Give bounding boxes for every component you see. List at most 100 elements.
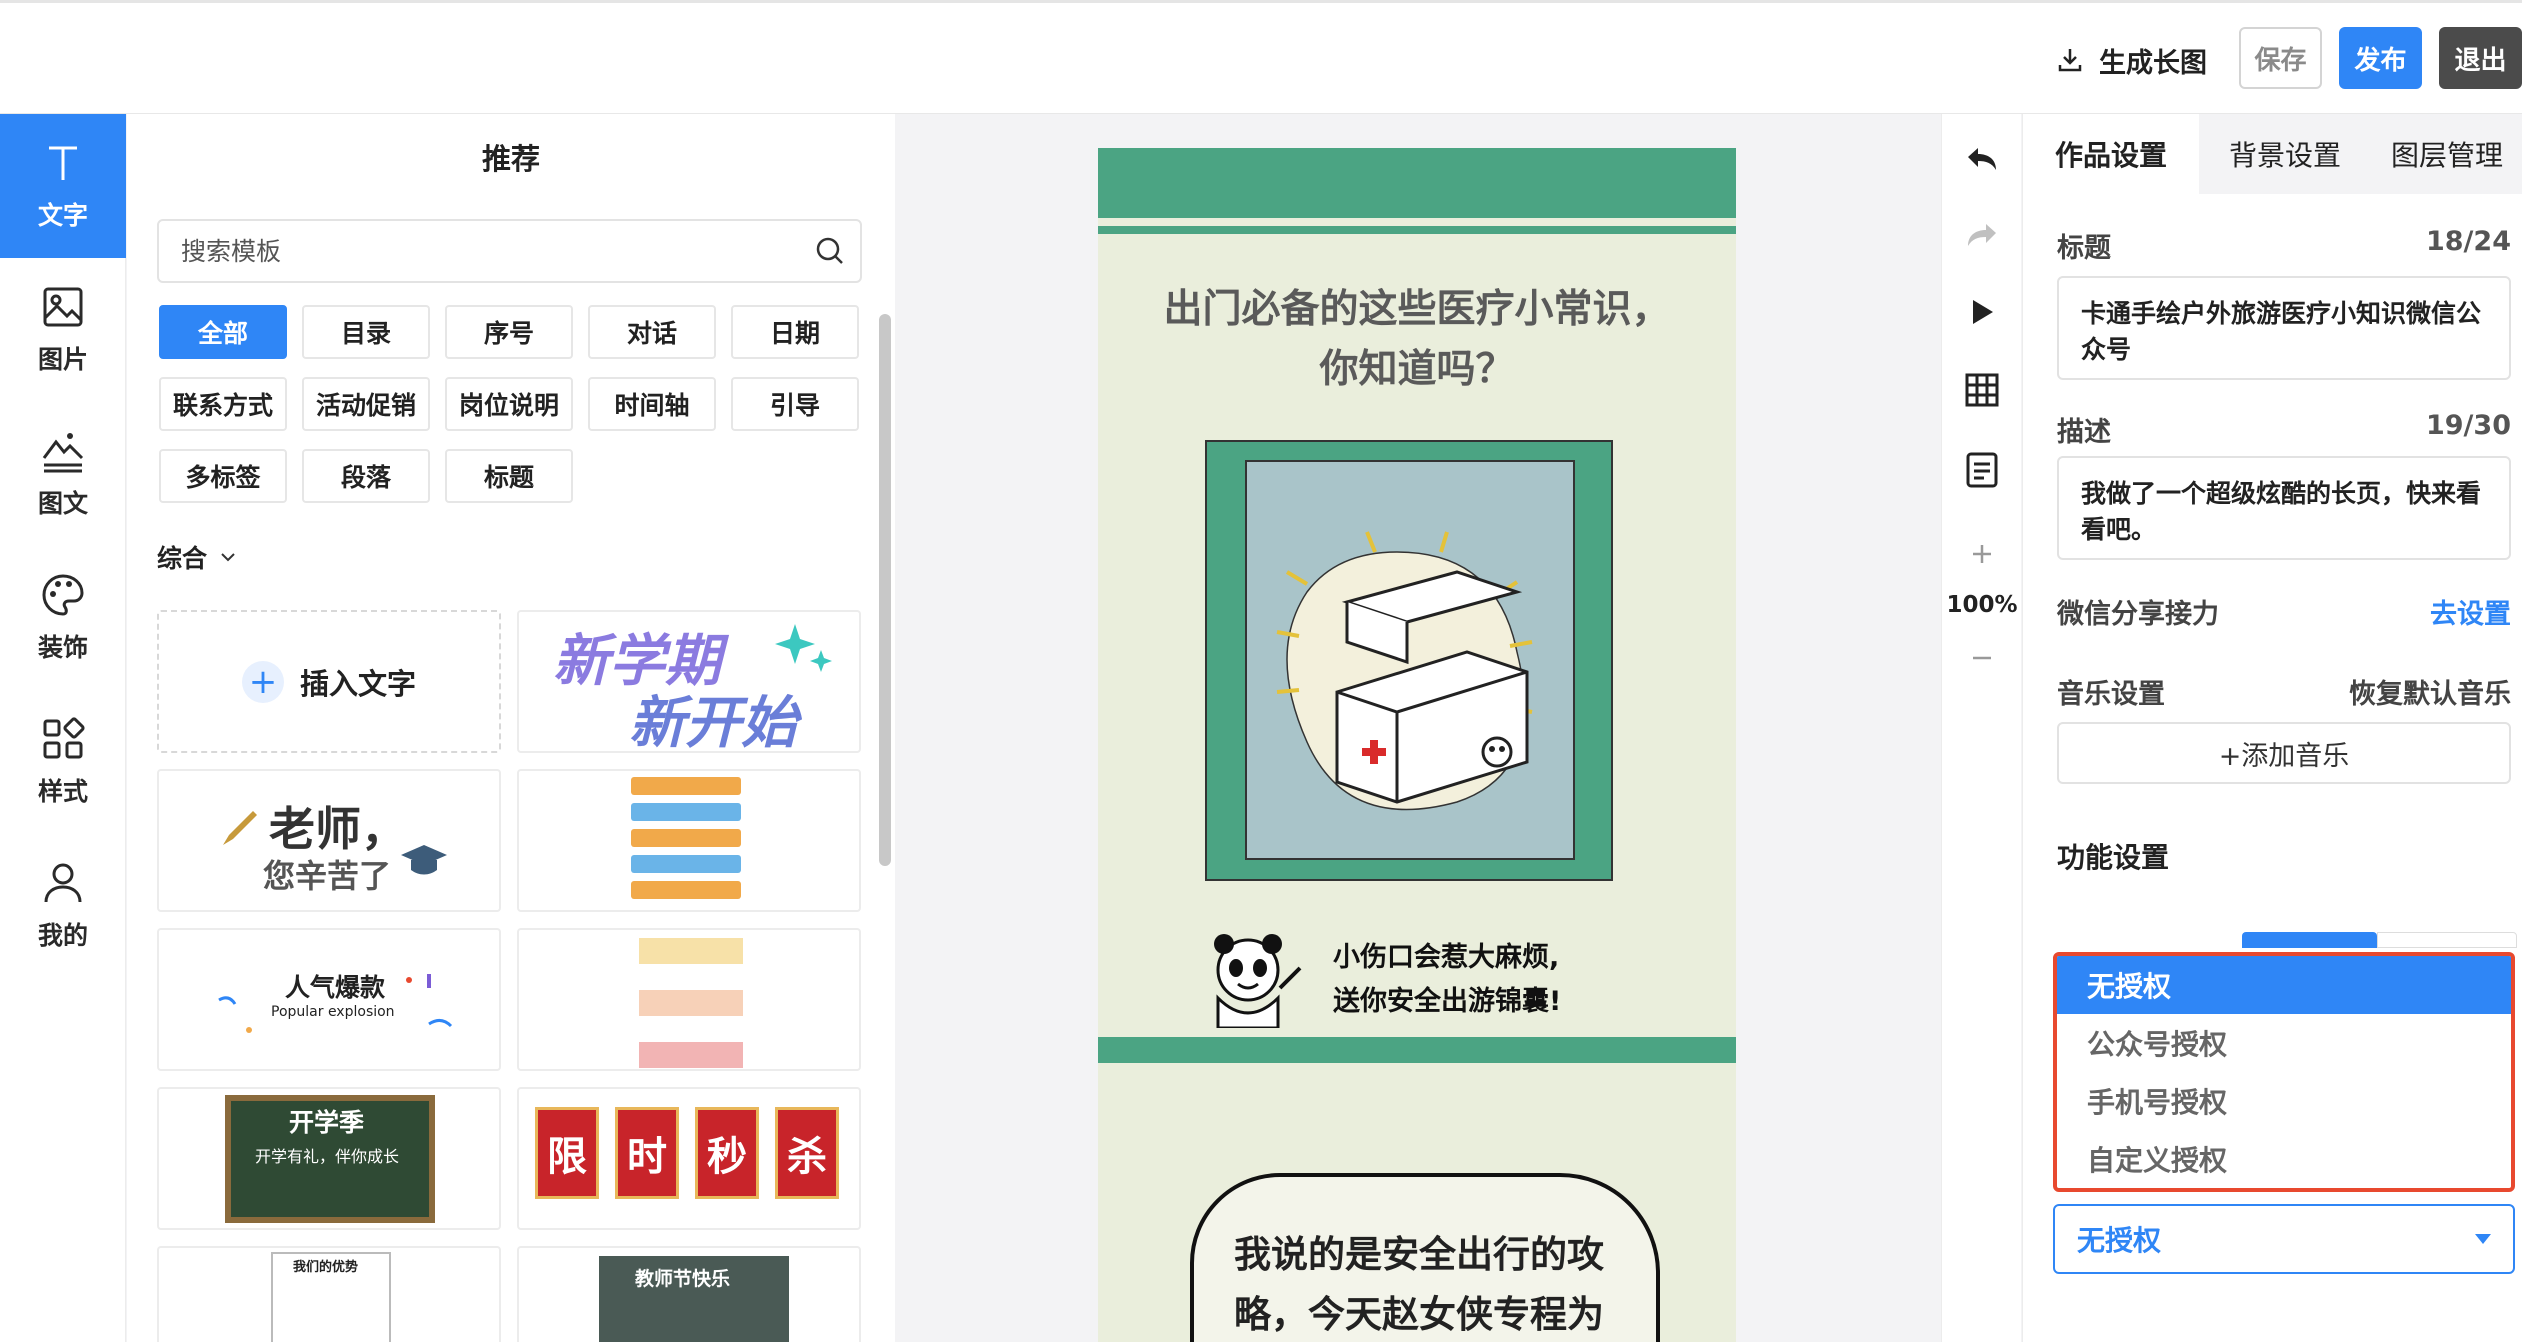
sidebar-item-mine[interactable]: 我的	[0, 834, 126, 978]
auth-option-none[interactable]: 无授权	[2057, 956, 2511, 1014]
save-button[interactable]: 保存	[2239, 27, 2322, 89]
template-card-title: 开学季	[289, 1108, 365, 1137]
tab-background-settings[interactable]: 背景设置	[2199, 114, 2371, 194]
sidebar-item-text[interactable]: 文字	[0, 114, 126, 258]
music-label: 音乐设置	[2057, 679, 2165, 710]
exit-button[interactable]: 退出	[2439, 27, 2522, 89]
tag-catalog[interactable]: 目录	[302, 305, 430, 359]
sale-char: 时	[615, 1107, 679, 1199]
zoom-in-button[interactable]	[1942, 534, 2022, 574]
tag-timeline[interactable]: 时间轴	[588, 377, 716, 431]
sale-char: 限	[535, 1107, 599, 1199]
confetti-icon	[218, 974, 453, 1033]
title-row: 标题 18/24	[2057, 226, 2511, 265]
template-card-ribbons[interactable]	[517, 928, 861, 1071]
tag-paragraph[interactable]: 段落	[302, 449, 430, 503]
auth-option-phone[interactable]: 手机号授权	[2057, 1072, 2511, 1130]
zoom-out-button[interactable]	[1942, 638, 2022, 678]
insert-text-card[interactable]: + 插入文字	[157, 610, 501, 753]
title-char-count: 18/24	[2425, 226, 2511, 257]
sparkle-icon	[775, 624, 832, 672]
sidebar-item-style[interactable]: 样式	[0, 690, 126, 834]
auth-option-official-account[interactable]: 公众号授权	[2057, 1014, 2511, 1072]
auth-dropdown-menu: 无授权 公众号授权 手机号授权 自定义授权	[2053, 952, 2515, 1192]
template-card-new-semester[interactable]: 新学期 新开始	[517, 610, 861, 753]
preview-play-button[interactable]	[1942, 290, 2022, 334]
tag-number[interactable]: 序号	[445, 305, 573, 359]
page-title[interactable]: 出门必备的这些医疗小常识， 你知道吗？	[1098, 280, 1736, 400]
template-card-flash-sale[interactable]: 限 时 秒 杀	[517, 1087, 861, 1230]
sidebar-item-decoration[interactable]: 装饰	[0, 546, 126, 690]
title-input[interactable]: 卡通手绘户外旅游医疗小知识微信公众号	[2057, 276, 2511, 380]
panel-scrollbar[interactable]	[879, 314, 891, 866]
template-card-blackboard[interactable]: 开学季 开学有礼，伴你成长	[157, 1087, 501, 1230]
grid-icon	[1965, 373, 1999, 407]
tag-multi-label[interactable]: 多标签	[159, 449, 287, 503]
template-card-subtitle: 开学有礼，伴你成长	[255, 1147, 400, 1166]
graduation-cap-icon	[401, 845, 447, 875]
generate-long-image-button[interactable]: 生成长图	[2055, 38, 2207, 82]
speech-bubble[interactable]: 我说的是安全出行的攻 略，今天赵女侠专程为	[1190, 1173, 1660, 1342]
panel-title: 推荐	[481, 142, 540, 176]
sidebar-item-image-text[interactable]: 图文	[0, 402, 126, 546]
first-aid-kit-icon	[1276, 531, 1533, 811]
sort-filter-dropdown[interactable]: 综合	[157, 539, 237, 575]
editor-canvas: 出门必备的这些医疗小常识， 你知道吗？ 小伤口会惹大麻烦, 送你安全出游锦囊! …	[896, 114, 1941, 1342]
sort-filter-label: 综合	[157, 544, 208, 573]
download-icon	[2058, 49, 2082, 72]
tag-dialogue[interactable]: 对话	[588, 305, 716, 359]
tab-layer-management[interactable]: 图层管理	[2371, 114, 2522, 194]
text-icon	[49, 146, 77, 180]
template-card-subtitle: 新开始	[629, 691, 797, 753]
template-card-title: 老师，	[269, 802, 407, 856]
description-input[interactable]: 我做了一个超级炫酷的长页，快来看看吧。	[2057, 456, 2511, 560]
template-card-popular[interactable]: 人气爆款 Popular explosion	[157, 928, 501, 1071]
wechat-relay-row: 微信分享接力 去设置	[2057, 592, 2511, 631]
template-card-teachers-day[interactable]: 教师节快乐	[517, 1246, 861, 1342]
auth-select[interactable]: 无授权	[2053, 1204, 2515, 1274]
search-icon[interactable]	[814, 235, 846, 267]
tag-job-description[interactable]: 岗位说明	[445, 377, 573, 431]
toggle-segment-inactive[interactable]	[2377, 932, 2517, 948]
undo-button[interactable]	[1942, 138, 2022, 182]
sale-char: 杀	[775, 1107, 839, 1199]
function-settings-title: 功能设置	[2057, 841, 2170, 874]
template-card-teacher[interactable]: 老师， 您辛苦了	[157, 769, 501, 912]
sidebar-item-label: 装饰	[37, 633, 88, 662]
auth-option-custom[interactable]: 自定义授权	[2057, 1130, 2511, 1188]
tag-contact[interactable]: 联系方式	[159, 377, 287, 431]
toggle-segment-active[interactable]	[2242, 932, 2377, 948]
sidebar-item-label: 文字	[37, 201, 88, 230]
chevron-down-icon	[221, 553, 235, 562]
tag-promotion[interactable]: 活动促销	[302, 377, 430, 431]
long-page-preview[interactable]: 出门必备的这些医疗小常识， 你知道吗？ 小伤口会惹大麻烦, 送你安全出游锦囊! …	[1098, 148, 1736, 1342]
document-icon	[1966, 452, 1998, 488]
wechat-relay-setup-link[interactable]: 去设置	[2430, 592, 2511, 631]
style-grid-icon	[43, 717, 85, 759]
illustration-frame[interactable]	[1205, 440, 1613, 881]
settings-tabs: 作品设置 背景设置 图层管理	[2023, 114, 2522, 194]
tag-all[interactable]: 全部	[159, 305, 287, 359]
wechat-relay-label: 微信分享接力	[2057, 599, 2219, 630]
restore-default-music-link[interactable]: 恢复默认音乐	[2349, 672, 2511, 711]
title-label: 标题	[2057, 233, 2111, 264]
tag-date[interactable]: 日期	[731, 305, 859, 359]
tag-heading[interactable]: 标题	[445, 449, 573, 503]
publish-button[interactable]: 发布	[2339, 27, 2422, 89]
redo-button[interactable]	[1942, 214, 2022, 258]
grid-button[interactable]	[1942, 368, 2022, 412]
auth-select-value: 无授权	[2077, 1224, 2162, 1257]
minus-icon	[1973, 656, 1991, 660]
page-caption[interactable]: 小伤口会惹大麻烦, 送你安全出游锦囊!	[1333, 936, 1561, 1024]
tab-work-settings[interactable]: 作品设置	[2023, 114, 2199, 194]
template-card-advantages[interactable]: 我们的优势	[157, 1246, 501, 1342]
sidebar-item-image[interactable]: 图片	[0, 258, 126, 402]
page-list-button[interactable]	[1942, 448, 2022, 492]
tag-guide[interactable]: 引导	[731, 377, 859, 431]
search-input[interactable]	[159, 221, 779, 281]
template-card-subtitle: 您辛苦了	[263, 857, 392, 895]
add-music-button[interactable]: +添加音乐	[2057, 722, 2511, 784]
sidebar-item-label: 样式	[37, 777, 88, 806]
template-panel: 推荐 全部 目录 序号 对话 日期 联系方式 活动促销 岗位说明 时间轴 引导 …	[127, 114, 895, 1342]
template-card-numbered-list[interactable]	[517, 769, 861, 912]
